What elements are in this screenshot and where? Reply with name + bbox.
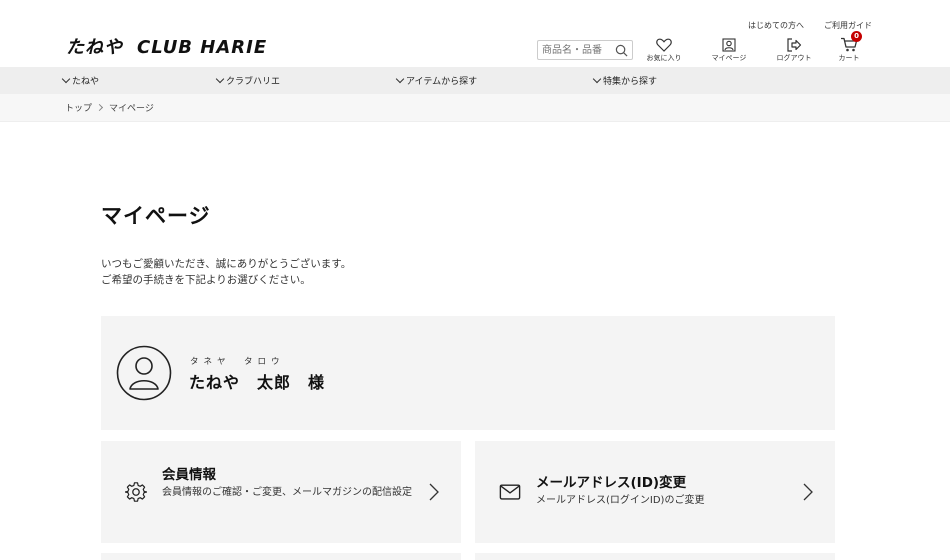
logo-club-harie: CLUB HARIE [137,37,268,58]
logout-icon [787,38,802,52]
mypage-button[interactable]: マイページ [701,38,757,63]
avatar-icon [116,345,172,401]
email-change-title: メールアドレス(ID)変更 [536,475,687,491]
chevron-down-icon [592,74,602,84]
email-change-desc: メールアドレス(ログインID)のご変更 [536,495,705,506]
heart-icon [656,38,672,52]
cart-label: カート [838,54,860,62]
nav-item-taneya[interactable]: たねや [61,74,100,87]
link-guide[interactable]: ご利用ガイド [824,21,872,30]
nav-label: 特集から探す [603,77,658,87]
search-icon[interactable] [615,44,628,57]
cart-count-badge: 0 [851,31,862,42]
nav-label: アイテムから探す [406,77,478,87]
top-links: はじめての方へ ご利用ガイド [728,20,872,31]
breadcrumb-current: マイページ [109,104,154,114]
cart-button[interactable]: 0 カート [821,31,877,63]
favorites-label: お気に入り [646,54,682,62]
chevron-right-icon [803,483,813,501]
member-info-desc: 会員情報のご確認・ご変更、メールマガジンの配信設定 [162,487,412,498]
site-logo[interactable]: たねや CLUB HARIE [66,33,267,59]
mail-icon [499,484,521,500]
logout-button[interactable]: ログアウト [766,38,822,63]
intro-line-2: ご希望の手続きを下記よりお選びください。 [101,274,311,286]
intro-text: いつもご愛顧いただき、誠にありがとうございます。 ご希望の手続きを下記よりお選び… [101,256,351,288]
nav-item-club-harie[interactable]: クラブハリエ [215,74,281,87]
chevron-right-icon [429,483,439,501]
nav-item-features[interactable]: 特集から探す [592,74,658,87]
link-first-time[interactable]: はじめての方へ [748,21,804,30]
chevron-down-icon [61,74,71,84]
email-change-card[interactable]: メールアドレス(ID)変更 メールアドレス(ログインID)のご変更 [475,441,835,543]
chevron-right-icon [95,103,104,112]
chevron-down-icon [395,74,405,84]
gear-icon [125,482,147,502]
chevron-down-icon [215,74,225,84]
menu-card-partial[interactable] [475,553,835,560]
site-header: たねやCLUB HARIE はじめての方へご利用ガイド お気に入り マイページ … [0,0,950,67]
user-icon [722,38,736,52]
intro-line-1: いつもご愛顧いただき、誠にありがとうございます。 [101,258,352,270]
page-title: マイページ [101,204,211,228]
user-name: たねや 太郎 様 [189,373,326,392]
logo-taneya: たねや [66,37,123,58]
member-info-card[interactable]: 会員情報 会員情報のご確認・ご変更、メールマガジンの配信設定 [101,441,461,543]
search-input[interactable] [542,43,614,58]
nav-item-items[interactable]: アイテムから探す [395,74,478,87]
breadcrumb: トップ マイページ [0,94,950,122]
nav-label: たねや [72,77,100,87]
breadcrumb-home[interactable]: トップ [65,104,92,114]
search-box [537,40,633,60]
user-name-ruby: タネヤ タロウ [190,357,285,367]
menu-card-partial[interactable] [101,553,461,560]
logout-label: ログアウト [776,54,812,62]
global-nav: たねや クラブハリエ アイテムから探す 特集から探す [0,67,950,94]
favorites-button[interactable]: お気に入り [636,38,692,63]
user-card: タネヤ タロウ たねや 太郎 様 [101,316,835,430]
nav-label: クラブハリエ [226,77,281,87]
mypage-label: マイページ [711,54,747,62]
member-info-title: 会員情報 [162,467,216,483]
